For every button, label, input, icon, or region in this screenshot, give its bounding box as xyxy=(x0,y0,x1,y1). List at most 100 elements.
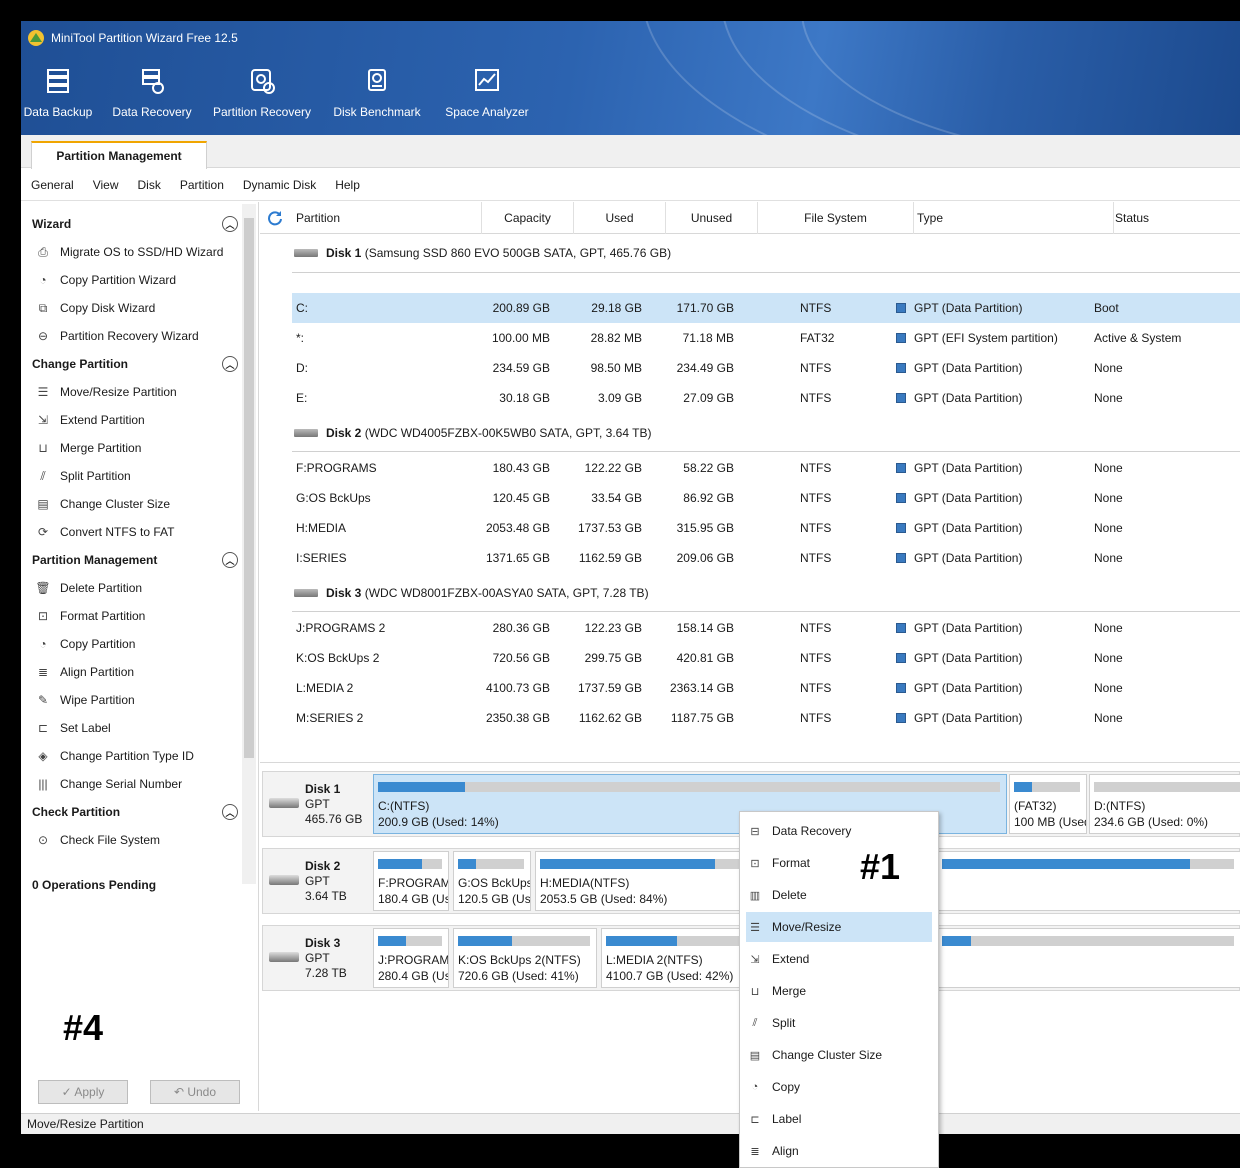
partition-block[interactable]: D:(NTFS) 234.6 GB (Used: 0%) xyxy=(1089,774,1240,834)
cell-status: None xyxy=(1094,391,1123,405)
sidebar-item-extend[interactable]: ⇲ Extend Partition xyxy=(21,406,258,434)
table-row[interactable]: D: 234.59 GB 98.50 MB 234.49 GB NTFS GPT… xyxy=(292,353,1240,383)
menu-item-extend[interactable]: ⇲ Extend xyxy=(746,944,932,974)
sidebar-item-change-serial[interactable]: ||| Change Serial Number xyxy=(21,770,258,798)
menu-disk[interactable]: Disk xyxy=(138,178,161,192)
table-row[interactable]: F:PROGRAMS 180.43 GB 122.22 GB 58.22 GB … xyxy=(292,453,1240,483)
copy-icon: ◔ xyxy=(751,1081,759,1093)
menu-item-delete[interactable]: ▥ Delete xyxy=(746,880,932,910)
space-analyzer-button[interactable]: Space Analyzer xyxy=(439,67,535,119)
disk-benchmark-button[interactable]: Disk Benchmark xyxy=(315,67,439,119)
annotation-mark-4: #4 xyxy=(63,1007,104,1048)
partition-block[interactable] xyxy=(937,851,1240,911)
disk-header[interactable]: Disk 1 (Samsung SSD 860 EVO 500GB SATA, … xyxy=(294,238,1240,268)
partition-block[interactable]: J:PROGRAMS 280.4 GB (Use xyxy=(373,928,449,988)
section-partition-management[interactable]: Partition Management ︿ xyxy=(21,546,258,574)
move-resize-icon: ☰ xyxy=(750,921,760,934)
menu-dynamic-disk[interactable]: Dynamic Disk xyxy=(243,178,316,192)
sidebar-item-change-cluster-size[interactable]: ▤ Change Cluster Size xyxy=(21,490,258,518)
sidebar-item-copy[interactable]: ◔ Copy Partition xyxy=(21,630,258,658)
menu-view[interactable]: View xyxy=(93,178,119,192)
menu-item-label: Split xyxy=(772,1016,796,1030)
partition-type-icon xyxy=(896,623,906,633)
col-unused[interactable]: Unused xyxy=(666,202,758,234)
menu-item-merge[interactable]: ⊔ Merge xyxy=(746,976,932,1006)
partition-block[interactable]: F:PROGRAMS 180.4 GB (Use xyxy=(373,851,449,911)
disk-style: GPT xyxy=(305,874,330,888)
sidebar-item-align[interactable]: ≣ Align Partition xyxy=(21,658,258,686)
col-type[interactable]: Type xyxy=(914,202,1114,234)
section-change-partition[interactable]: Change Partition ︿ xyxy=(21,350,258,378)
sidebar-scroll-thumb[interactable] xyxy=(244,218,254,758)
sidebar-item-delete[interactable]: 🗑 Delete Partition xyxy=(21,574,258,602)
wipe-icon: ✎ xyxy=(37,693,49,707)
apply-button[interactable]: ✓ Apply xyxy=(38,1080,128,1104)
menu-item-split[interactable]: ⫽ Split xyxy=(746,1008,932,1038)
data-recovery-button[interactable]: Data Recovery xyxy=(95,67,209,119)
table-row[interactable]: *: 100.00 MB 28.82 MB 71.18 MB FAT32 GPT… xyxy=(292,323,1240,353)
partition-block[interactable] xyxy=(937,928,1240,988)
sidebar-item-merge[interactable]: ⊔ Merge Partition xyxy=(21,434,258,462)
menu-item-data-recovery[interactable]: ⊟ Data Recovery xyxy=(746,816,932,846)
sidebar-item-check-file-system[interactable]: ⊙ Check File System xyxy=(21,826,258,854)
col-status[interactable]: Status xyxy=(1114,202,1240,234)
collapse-icon[interactable]: ︿ xyxy=(222,356,238,372)
table-row[interactable]: M:SERIES 2 2350.38 GB 1162.62 GB 1187.75… xyxy=(292,703,1240,733)
collapse-icon[interactable]: ︿ xyxy=(222,216,238,232)
migrate-icon: ⎙ xyxy=(38,244,48,259)
partition-recovery-button[interactable]: Partition Recovery xyxy=(209,67,315,119)
sidebar-item-format[interactable]: ⊡ Format Partition xyxy=(21,602,258,630)
sidebar-item-copy-disk-wizard[interactable]: ⧉ Copy Disk Wizard xyxy=(21,294,258,322)
disk-size: 7.28 TB xyxy=(305,966,347,980)
table-row[interactable]: J:PROGRAMS 2 280.36 GB 122.23 GB 158.14 … xyxy=(292,613,1240,643)
sidebar-scrollbar[interactable] xyxy=(242,204,256,884)
menu-partition[interactable]: Partition xyxy=(180,178,224,192)
collapse-icon[interactable]: ︿ xyxy=(222,804,238,820)
table-row[interactable]: G:OS BckUps 120.45 GB 33.54 GB 86.92 GB … xyxy=(292,483,1240,513)
table-row[interactable]: E: 30.18 GB 3.09 GB 27.09 GB NTFS GPT (D… xyxy=(292,383,1240,413)
collapse-icon[interactable]: ︿ xyxy=(222,552,238,568)
tab-partition-management[interactable]: Partition Management xyxy=(31,141,207,169)
disk-header[interactable]: Disk 3 (WDC WD8001FZBX-00ASYA0 SATA, GPT… xyxy=(294,578,1240,608)
col-file-system[interactable]: File System xyxy=(758,202,914,234)
menu-item-label[interactable]: ⊏ Label xyxy=(746,1104,932,1134)
menu-help[interactable]: Help xyxy=(335,178,360,192)
sidebar-item-partition-recovery-wizard[interactable]: ⊖ Partition Recovery Wizard xyxy=(21,322,258,350)
menu-item-align[interactable]: ≣ Align xyxy=(746,1136,932,1166)
partition-block[interactable]: (FAT32) 100 MB (Used: 28%) xyxy=(1009,774,1087,834)
section-wizard[interactable]: Wizard ︿ xyxy=(21,210,258,238)
sidebar-item-set-label[interactable]: ⊏ Set Label xyxy=(21,714,258,742)
menu-item-copy[interactable]: ◔ Copy xyxy=(746,1072,932,1102)
sidebar-item-move-resize[interactable]: ☰ Move/Resize Partition xyxy=(21,378,258,406)
col-used[interactable]: Used xyxy=(574,202,666,234)
sidebar-item-convert-ntfs[interactable]: ⟳ Convert NTFS to FAT xyxy=(21,518,258,546)
undo-button[interactable]: ↶ Undo xyxy=(150,1080,240,1104)
partition-block[interactable]: H:MEDIA(NTFS) 2053.5 GB (Used: 84%) xyxy=(535,851,755,911)
col-capacity[interactable]: Capacity xyxy=(482,202,574,234)
sidebar-item-split[interactable]: ⫽ Split Partition xyxy=(21,462,258,490)
menu-item-format[interactable]: ⊡ Format xyxy=(746,848,932,878)
menu-item-change-cluster-size[interactable]: ▤ Change Cluster Size xyxy=(746,1040,932,1070)
cell-capacity: 720.56 GB xyxy=(492,651,550,665)
sidebar-item-migrate-os[interactable]: ⎙ Migrate OS to SSD/HD Wizard xyxy=(21,238,258,266)
sidebar-item-wipe[interactable]: ✎ Wipe Partition xyxy=(21,686,258,714)
disk-name: Disk 2 xyxy=(305,859,341,873)
menu-item-move-resize[interactable]: ☰ Move/Resize xyxy=(746,912,932,942)
partition-block[interactable]: G:OS BckUps 120.5 GB (Use xyxy=(453,851,531,911)
sidebar-item-change-type-id[interactable]: ◈ Change Partition Type ID xyxy=(21,742,258,770)
table-row[interactable]: K:OS BckUps 2 720.56 GB 299.75 GB 420.81… xyxy=(292,643,1240,673)
partition-block[interactable]: K:OS BckUps 2(NTFS) 720.6 GB (Used: 41%) xyxy=(453,928,597,988)
disk-header[interactable]: Disk 2 (WDC WD4005FZBX-00K5WB0 SATA, GPT… xyxy=(294,418,1240,448)
table-row[interactable]: C: 200.89 GB 29.18 GB 171.70 GB NTFS GPT… xyxy=(292,293,1240,323)
section-check-partition[interactable]: Check Partition ︿ xyxy=(21,798,258,826)
menu-general[interactable]: General xyxy=(31,178,74,192)
menu-item-label: Align xyxy=(772,1144,799,1158)
cell-capacity: 180.43 GB xyxy=(492,461,550,475)
data-backup-button[interactable]: Data Backup xyxy=(21,67,95,119)
table-row[interactable]: H:MEDIA 2053.48 GB 1737.53 GB 315.95 GB … xyxy=(292,513,1240,543)
sidebar-item-copy-partition-wizard[interactable]: ◔ Copy Partition Wizard xyxy=(21,266,258,294)
table-row[interactable]: L:MEDIA 2 4100.73 GB 1737.59 GB 2363.14 … xyxy=(292,673,1240,703)
col-partition[interactable]: Partition xyxy=(260,202,482,234)
table-row[interactable]: I:SERIES 1371.65 GB 1162.59 GB 209.06 GB… xyxy=(292,543,1240,573)
cell-type: GPT (EFI System partition) xyxy=(914,331,1058,345)
